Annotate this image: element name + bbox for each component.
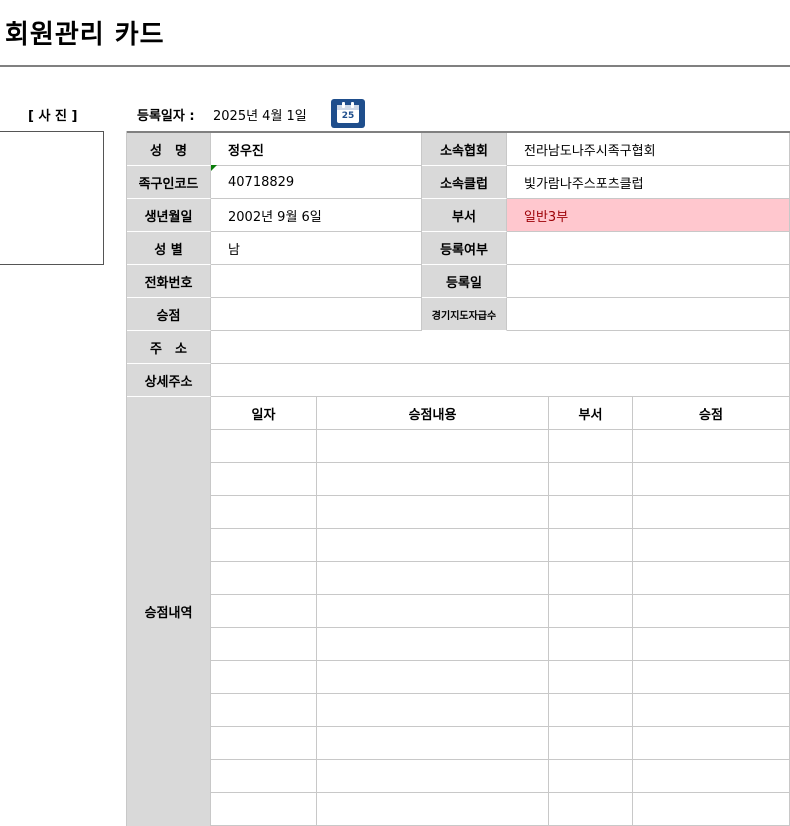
division-label: 부서	[422, 199, 507, 232]
registered-value[interactable]	[507, 232, 790, 265]
history-cell[interactable]	[633, 793, 790, 826]
history-cell[interactable]	[317, 595, 549, 628]
history-cell[interactable]	[317, 529, 549, 562]
promotion-value[interactable]	[211, 298, 422, 331]
photo-label: [ 사 진 ]	[28, 109, 78, 124]
history-cell[interactable]	[317, 727, 549, 760]
history-cell[interactable]	[211, 628, 317, 661]
history-header-points: 승점	[633, 397, 790, 430]
name-label: 성 명	[127, 133, 211, 166]
history-cell[interactable]	[633, 595, 790, 628]
gender-label: 성 별	[127, 232, 211, 265]
address-detail-value[interactable]	[211, 364, 790, 397]
address-detail-label: 상세주소	[127, 364, 211, 397]
registration-date-value[interactable]: 2025년 4월 1일	[213, 105, 307, 124]
history-cell[interactable]	[549, 727, 633, 760]
club-value[interactable]: 빛가람나주스포츠클럽	[507, 166, 790, 199]
history-cell[interactable]	[549, 793, 633, 826]
history-cell[interactable]	[633, 661, 790, 694]
birth-value[interactable]: 2002년 9월 6일	[211, 199, 422, 232]
history-cell[interactable]	[633, 628, 790, 661]
calendar-icon-day: 25	[341, 111, 355, 121]
birth-label: 생년월일	[127, 199, 211, 232]
history-cell[interactable]	[549, 628, 633, 661]
division-value[interactable]: 일반3부	[507, 199, 790, 232]
history-cell[interactable]	[633, 430, 790, 463]
code-label: 족구인코드	[127, 166, 211, 199]
name-value[interactable]: 정우진	[211, 133, 422, 166]
history-cell[interactable]	[317, 496, 549, 529]
history-cell[interactable]	[317, 793, 549, 826]
history-header-date: 일자	[211, 397, 317, 430]
history-cell[interactable]	[317, 661, 549, 694]
history-cell[interactable]	[549, 694, 633, 727]
history-cell[interactable]	[317, 430, 549, 463]
page-title: 회원관리 카드	[5, 20, 165, 50]
history-cell[interactable]	[633, 529, 790, 562]
coach-grade-value[interactable]	[507, 298, 790, 331]
history-cell[interactable]	[317, 628, 549, 661]
history-cell[interactable]	[211, 463, 317, 496]
history-cell[interactable]	[317, 760, 549, 793]
history-cell[interactable]	[549, 595, 633, 628]
association-value[interactable]: 전라남도나주시족구협회	[507, 133, 790, 166]
history-cell[interactable]	[633, 727, 790, 760]
history-cell[interactable]	[211, 661, 317, 694]
history-cell[interactable]	[549, 562, 633, 595]
history-cell[interactable]	[633, 463, 790, 496]
history-cell[interactable]	[211, 430, 317, 463]
registration-day-value[interactable]	[507, 265, 790, 298]
history-cell[interactable]	[211, 694, 317, 727]
calendar-icon[interactable]: 25	[331, 99, 365, 128]
history-cell[interactable]	[549, 463, 633, 496]
phone-label: 전화번호	[127, 265, 211, 298]
history-cell[interactable]	[633, 562, 790, 595]
cell-comment-marker	[211, 165, 217, 171]
promotion-label: 승점	[127, 298, 211, 331]
address-label: 주 소	[127, 331, 211, 364]
history-header-content: 승점내용	[317, 397, 549, 430]
history-cell[interactable]	[211, 529, 317, 562]
association-label: 소속협회	[422, 133, 507, 166]
history-cell[interactable]	[211, 496, 317, 529]
history-cell[interactable]	[317, 694, 549, 727]
title-divider	[0, 65, 790, 67]
history-cell[interactable]	[549, 760, 633, 793]
history-cell[interactable]	[211, 562, 317, 595]
registration-day-label: 등록일	[422, 265, 507, 298]
code-value[interactable]: 40718829	[211, 166, 422, 199]
history-header-division: 부서	[549, 397, 633, 430]
history-cell[interactable]	[317, 562, 549, 595]
address-value[interactable]	[211, 331, 790, 364]
history-cell[interactable]	[549, 529, 633, 562]
history-cell[interactable]	[211, 595, 317, 628]
history-cell[interactable]	[633, 694, 790, 727]
history-cell[interactable]	[549, 496, 633, 529]
phone-value[interactable]	[211, 265, 422, 298]
registration-date-label: 등록일자 :	[137, 109, 195, 124]
gender-value[interactable]: 남	[211, 232, 422, 265]
history-cell[interactable]	[549, 430, 633, 463]
history-label: 승점내역	[127, 397, 211, 826]
history-cell[interactable]	[633, 496, 790, 529]
photo-box[interactable]	[0, 131, 104, 265]
history-cell[interactable]	[211, 727, 317, 760]
history-cell[interactable]	[633, 760, 790, 793]
history-cell[interactable]	[549, 661, 633, 694]
club-label: 소속클럽	[422, 166, 507, 199]
history-cell[interactable]	[211, 793, 317, 826]
history-cell[interactable]	[317, 463, 549, 496]
registered-label: 등록여부	[422, 232, 507, 265]
history-cell[interactable]	[211, 760, 317, 793]
coach-grade-label: 경기지도자급수	[422, 298, 507, 331]
